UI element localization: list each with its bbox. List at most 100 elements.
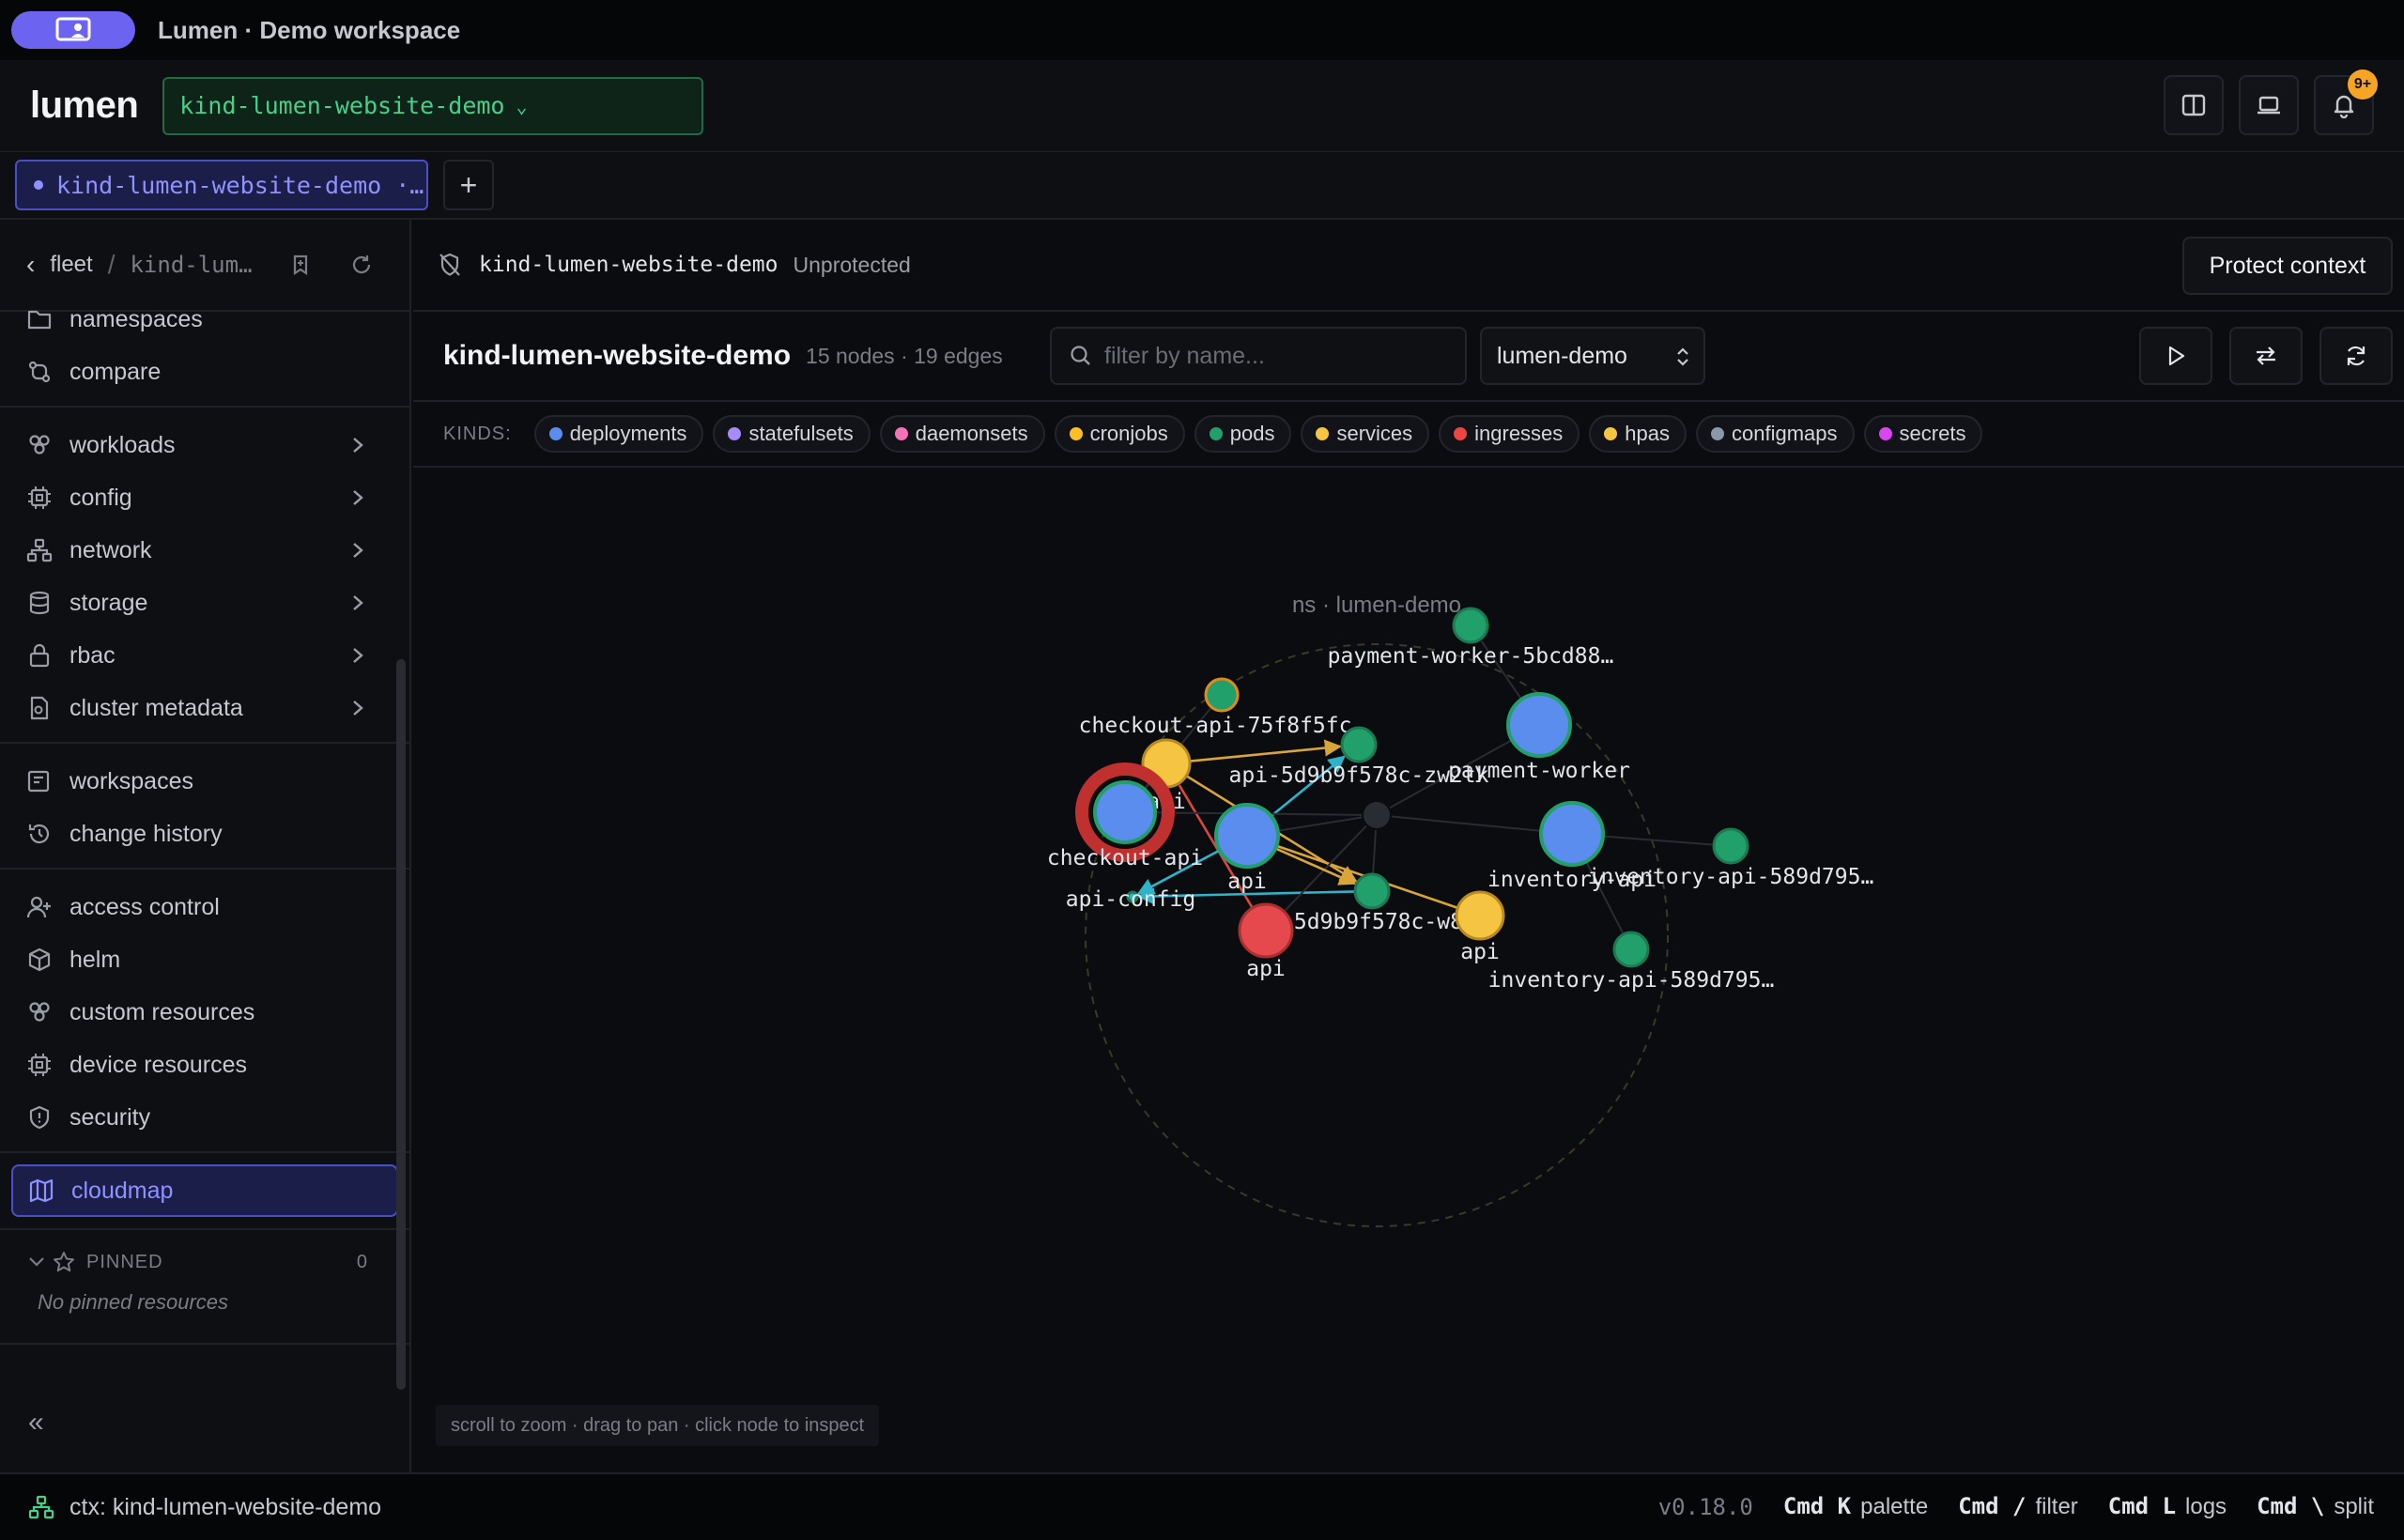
swap-layout-button[interactable] <box>2229 327 2303 385</box>
node-circle[interactable] <box>1204 677 1240 713</box>
context-bar: kind-lumen-website-demo Unprotected Prot… <box>413 220 2404 312</box>
kind-chip-deployments[interactable]: deployments <box>533 415 704 453</box>
graph-node-ns-hub[interactable] <box>1364 802 1390 828</box>
context-name: kind-lumen-website-demo <box>479 253 778 277</box>
shortcut-palette[interactable]: Cmd Kpalette <box>1783 1493 1928 1520</box>
protect-context-button[interactable]: Protect context <box>2182 237 2393 295</box>
graph-node-api-hpa[interactable]: api <box>1455 890 1505 964</box>
node-circle[interactable] <box>1353 872 1391 910</box>
collapse-sidebar-button[interactable]: « <box>28 1407 44 1439</box>
graph-node-api-ing[interactable]: api <box>1238 902 1294 981</box>
sidebar-item-config[interactable]: config <box>0 471 409 524</box>
tab-kind-lumen-website-demo[interactable]: kind-lumen-website-demo ·… <box>15 160 428 210</box>
node-circle[interactable] <box>1452 607 1489 644</box>
sidebar-item-cloudmap[interactable]: cloudmap <box>11 1164 398 1217</box>
sidebar-item-namespaces[interactable]: namespaces <box>0 293 409 346</box>
sidebar-item-storage[interactable]: storage <box>0 577 409 629</box>
chevron-right-icon <box>353 595 363 610</box>
kind-color-dot <box>1711 427 1725 440</box>
play-button[interactable] <box>2139 327 2212 385</box>
bookmark-icon[interactable] <box>290 254 311 276</box>
kind-chip-pods[interactable]: pods <box>1194 415 1292 453</box>
context-selector[interactable]: kind-lumen-website-demo ⌄ <box>162 76 704 135</box>
sidebar-item-compare[interactable]: compare <box>0 346 409 398</box>
graph-stats: 15 nodes · 19 edges <box>806 343 1003 368</box>
sidebar-scrollbar[interactable] <box>396 659 406 1390</box>
graph-node-api-dep[interactable]: api <box>1214 803 1280 894</box>
add-tab-button[interactable]: + <box>443 160 494 210</box>
refresh-icon[interactable] <box>350 254 373 276</box>
kind-chip-daemonsets[interactable]: daemonsets <box>879 415 1045 453</box>
kind-chip-cronjobs[interactable]: cronjobs <box>1054 415 1185 453</box>
metadata-icon <box>30 696 49 720</box>
namespace-label: ns · lumen-demo <box>1292 593 1461 618</box>
sidebar-item-helm[interactable]: helm <box>0 933 409 986</box>
filter-placeholder: filter by name... <box>1104 342 1265 369</box>
namespace-select[interactable]: lumen-demo <box>1480 327 1705 385</box>
shortcut-filter[interactable]: Cmd / filter <box>1958 1493 2078 1520</box>
nav-section-admin: access control helm custom resources dev… <box>0 870 409 1153</box>
shortcut-logs[interactable]: Cmd Llogs <box>2108 1493 2227 1520</box>
chip-icon <box>28 1054 51 1076</box>
kind-chip-configmaps[interactable]: configmaps <box>1696 415 1855 453</box>
kind-chip-secrets[interactable]: secrets <box>1863 415 1983 453</box>
title-bar: Lumen · Demo workspace <box>0 0 2404 60</box>
node-circle[interactable] <box>1539 801 1605 867</box>
sidebar-item-access-control[interactable]: access control <box>0 881 409 933</box>
kind-chip-services[interactable]: services <box>1301 415 1430 453</box>
kind-color-dot <box>1316 427 1330 440</box>
back-icon[interactable]: ‹ <box>26 250 35 280</box>
breadcrumb-current: kind-lum… <box>130 252 253 278</box>
app-header: lumen kind-lumen-website-demo ⌄ 9+ <box>0 60 2404 152</box>
kind-chip-ingresses[interactable]: ingresses <box>1439 415 1580 453</box>
node-circle[interactable] <box>1214 803 1280 869</box>
sidebar-item-security[interactable]: security <box>0 1091 409 1144</box>
node-circle[interactable] <box>1712 827 1749 865</box>
context-tabs: kind-lumen-website-demo ·… + <box>0 152 2404 220</box>
package-icon <box>28 947 51 972</box>
terminal-button[interactable] <box>2239 75 2299 135</box>
brand-logo: lumen <box>30 85 139 126</box>
sidebar-item-cluster-metadata[interactable]: cluster metadata <box>0 682 409 734</box>
kind-chip-hpas[interactable]: hpas <box>1589 415 1687 453</box>
breadcrumb-separator: / <box>107 250 116 279</box>
refresh-graph-button[interactable] <box>2319 327 2393 385</box>
chevron-down-icon: ⌄ <box>516 94 528 117</box>
node-label: api <box>1227 870 1267 894</box>
node-circle[interactable] <box>1340 726 1378 763</box>
namespace-hub <box>1364 802 1390 828</box>
kind-chip-statefulsets[interactable]: statefulsets <box>713 415 871 453</box>
sidebar-item-custom-resources[interactable]: custom resources <box>0 986 409 1039</box>
sidebar-item-rbac[interactable]: rbac <box>0 629 409 682</box>
graph-node-co-pod[interactable]: checkout-api-75f8f5fc… <box>1079 677 1365 738</box>
node-circle[interactable] <box>1238 902 1294 959</box>
nav-section-top: namespaces compare <box>0 289 409 408</box>
breadcrumb-root[interactable]: fleet <box>50 252 92 278</box>
sidebar-item-workloads[interactable]: workloads <box>0 419 409 471</box>
filter-input[interactable]: filter by name... <box>1050 327 1467 385</box>
graph-node-inv-pod2[interactable]: inventory-api-589d795… <box>1488 931 1775 993</box>
cloudmap-canvas[interactable]: ns · lumen-demo payment-worker-5bcd88… ch… <box>413 475 2402 1472</box>
graph-node-pw-dep[interactable]: payment-worker <box>1448 692 1630 783</box>
topology-graph[interactable]: ns · lumen-demo payment-worker-5bcd88… ch… <box>413 475 2402 1472</box>
shortcut-split[interactable]: Cmd \ split <box>2257 1493 2374 1520</box>
graph-edge <box>1283 824 1367 913</box>
node-circle[interactable] <box>1093 780 1157 844</box>
sidebar-item-device-resources[interactable]: device resources <box>0 1039 409 1091</box>
sidebar-layout-icon <box>2181 94 2206 116</box>
node-circle[interactable] <box>1506 692 1572 758</box>
split-view-button[interactable] <box>2164 75 2224 135</box>
app-switcher-button[interactable] <box>11 11 135 49</box>
graph-node-cfg[interactable]: api-config <box>1066 887 1195 912</box>
node-circle[interactable] <box>1455 890 1505 941</box>
notifications-button[interactable]: 9+ <box>2314 69 2378 135</box>
sidebar-item-network[interactable]: network <box>0 524 409 577</box>
chevron-right-icon <box>353 438 363 453</box>
notification-badge: 9+ <box>2348 69 2378 100</box>
status-context: ctx: kind-lumen-website-demo <box>69 1493 382 1520</box>
pinned-header[interactable]: PINNED 0 <box>0 1234 409 1290</box>
chevron-right-icon <box>353 648 363 663</box>
node-circle[interactable] <box>1612 931 1650 968</box>
sidebar-item-workspaces[interactable]: workspaces <box>0 755 409 808</box>
sidebar-item-change-history[interactable]: change history <box>0 808 409 860</box>
